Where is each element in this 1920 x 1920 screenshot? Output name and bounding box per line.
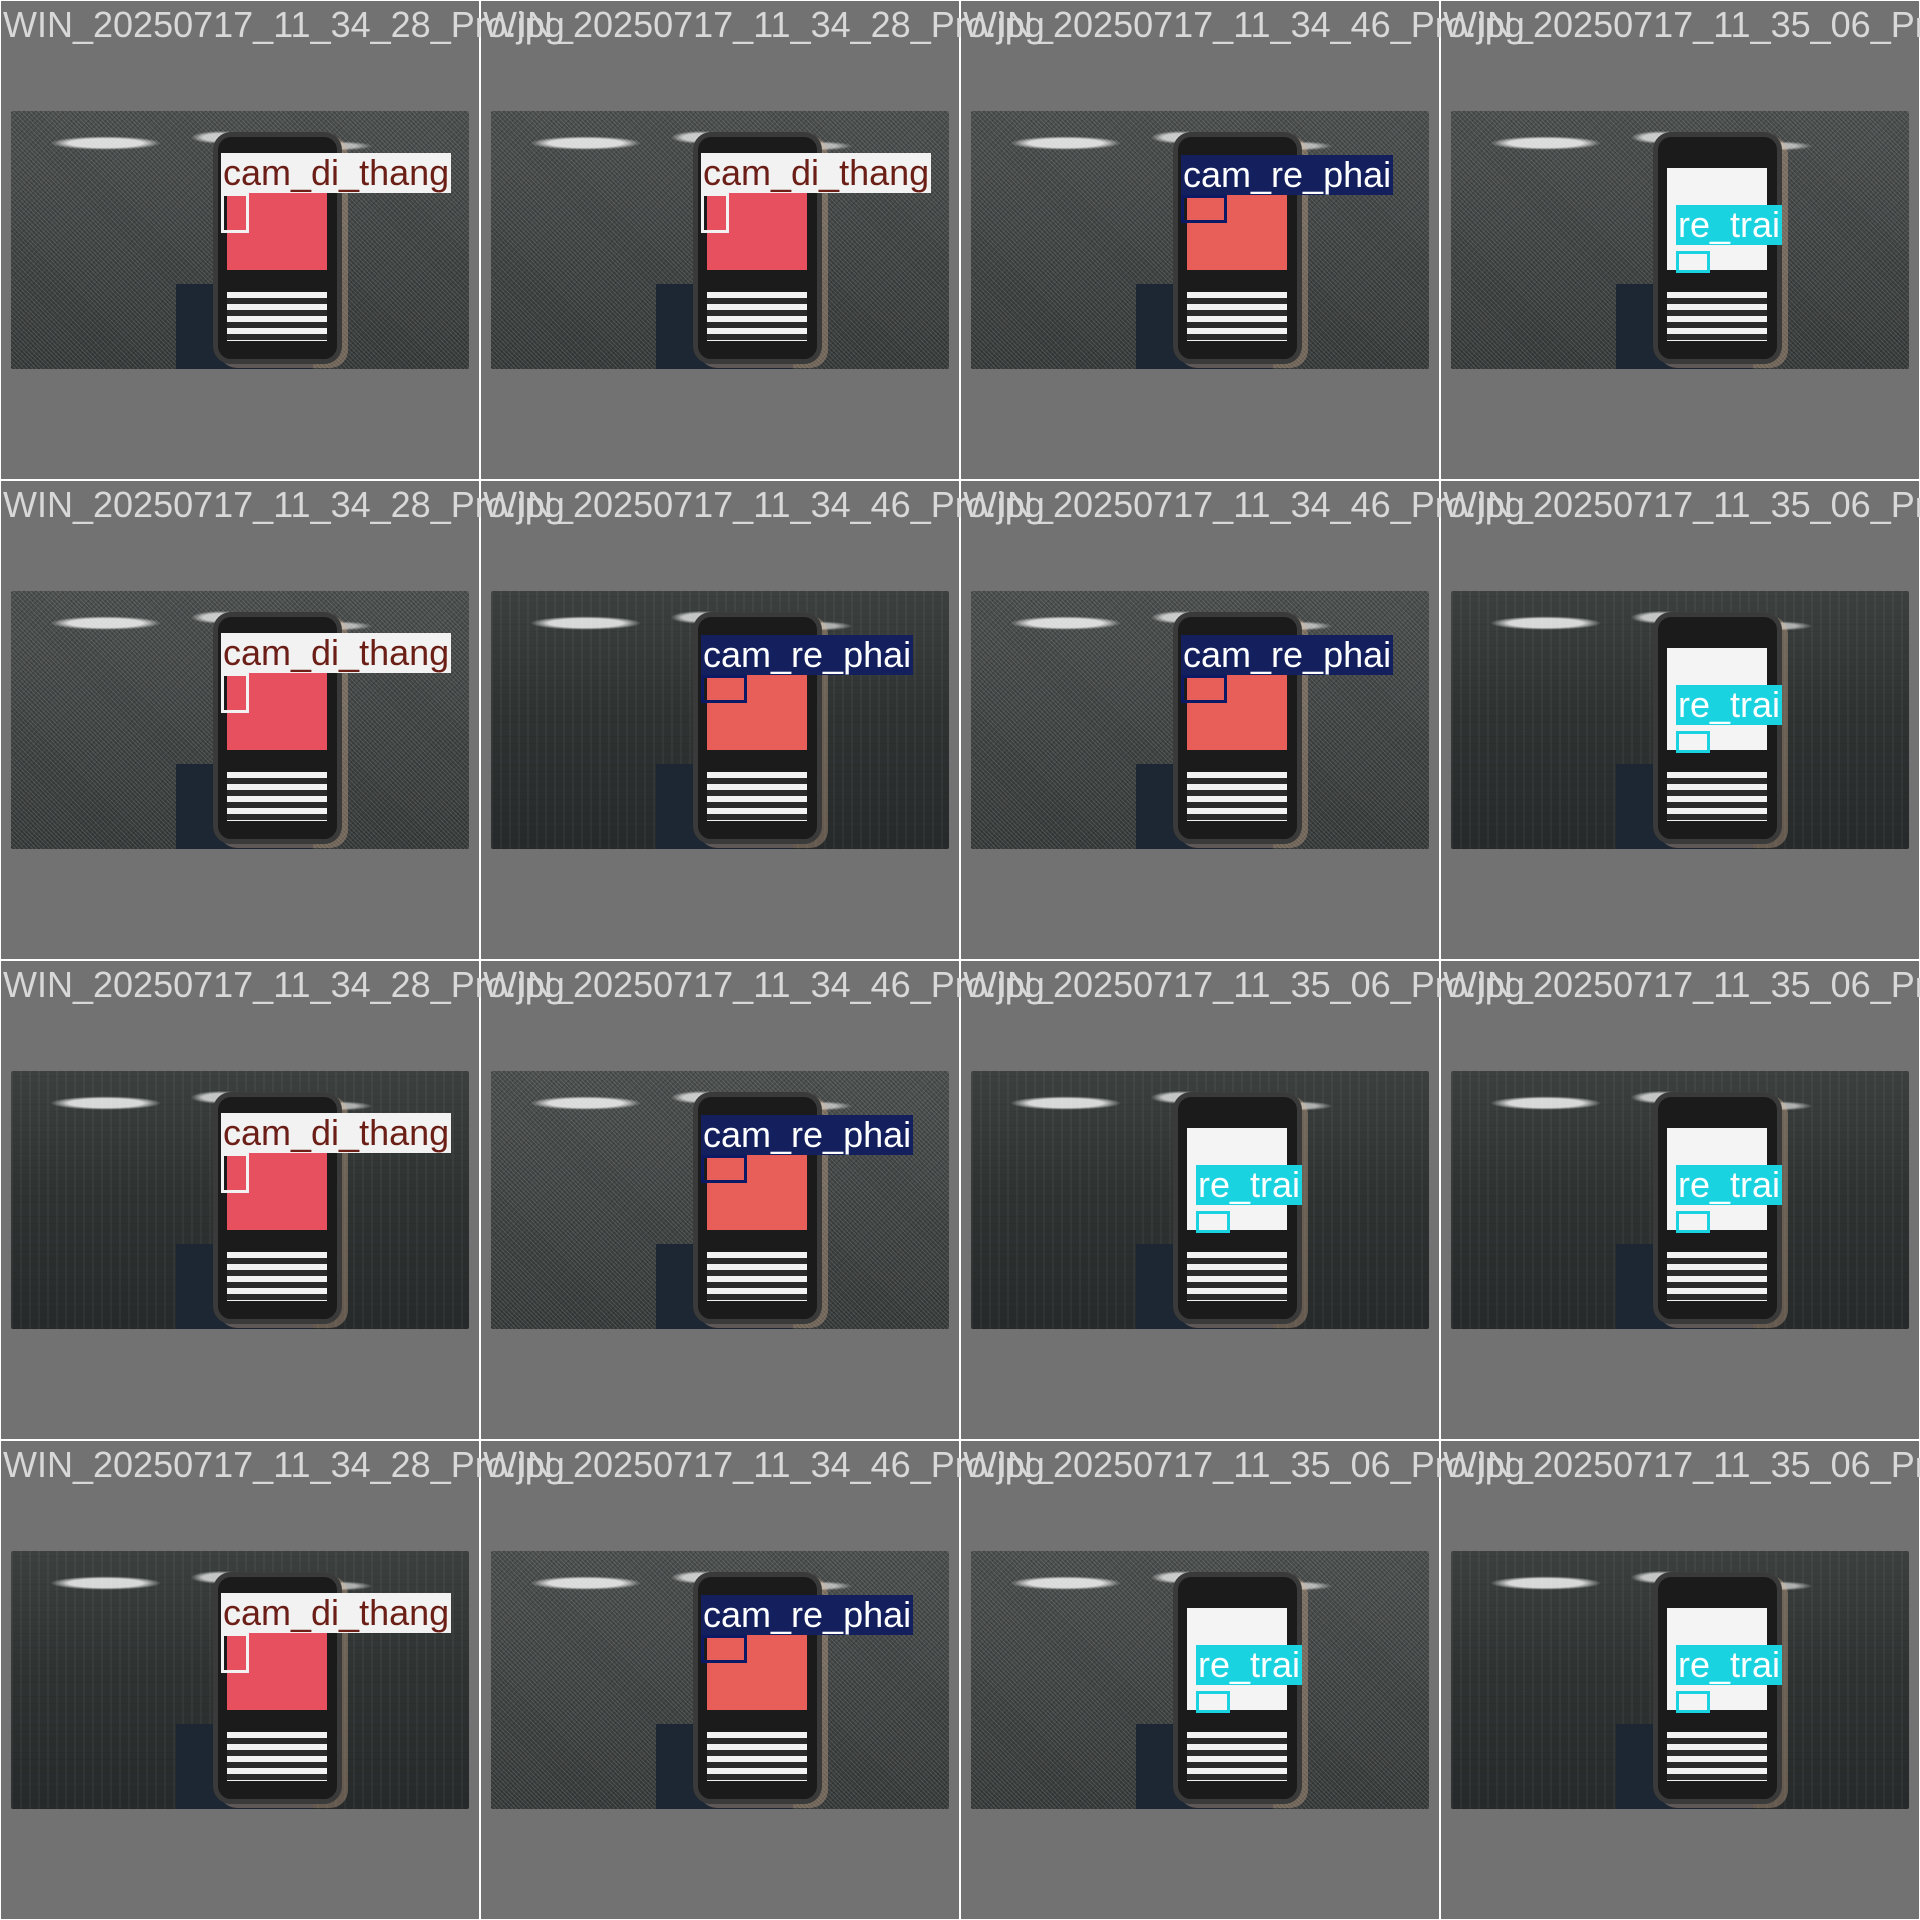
detection-bounding-box xyxy=(1181,195,1227,223)
detection-bounding-box xyxy=(1676,251,1710,273)
detection-class-label: re_trai xyxy=(1676,1644,1783,1685)
detection-class-label: cam_di_thang xyxy=(701,152,932,193)
mosaic-tile: WIN_20250717_11_34_46_Pro.jpg cam_re_phai xyxy=(481,481,1045,959)
mosaic-tile: WIN_20250717_11_35_06_Pro.jpg re_trai xyxy=(1441,481,1920,959)
camera-photo xyxy=(11,1551,469,1809)
camera-photo xyxy=(491,591,949,849)
detection-class-label: cam_di_thang xyxy=(221,152,452,193)
detection-class-label: cam_re_phai xyxy=(701,1114,914,1155)
detection-class-label: cam_re_phai xyxy=(1181,634,1394,675)
detection-class-label: cam_di_thang xyxy=(221,1112,452,1153)
detection-class-label: re_trai xyxy=(1196,1164,1303,1205)
detection-class-label: re_trai xyxy=(1676,684,1783,725)
detection-bounding-box xyxy=(701,193,729,233)
tile-filename: WIN_20250717_11_35_06_Pro.jpg xyxy=(1443,4,1920,45)
detection-bounding-box xyxy=(1676,1211,1710,1233)
phone-in-hand xyxy=(1652,611,1782,844)
detection-bounding-box xyxy=(701,1635,747,1663)
detection-bounding-box xyxy=(221,1633,249,1673)
camera-photo xyxy=(11,591,469,849)
mosaic-tile: WIN_20250717_11_34_28_Pro.jpg cam_di_than… xyxy=(1,1,565,479)
detection-bounding-box xyxy=(1676,731,1710,753)
detection-class-label: re_trai xyxy=(1676,1164,1783,1205)
image-mosaic-grid: WIN_20250717_11_34_28_Pro.jpg cam_di_than… xyxy=(0,0,1920,1920)
mosaic-tile: WIN_20250717_11_35_06_Pro.jpgre_trai xyxy=(961,961,1525,1439)
camera-photo xyxy=(971,591,1429,849)
detection-bounding-box xyxy=(701,675,747,703)
phone-in-hand xyxy=(1652,131,1782,364)
camera-photo xyxy=(491,111,949,369)
camera-photo xyxy=(491,1071,949,1329)
tile-filename: WIN_20250717_11_35_06_Pro.jpg xyxy=(1443,1444,1920,1485)
tile-filename: WIN_20250717_11_35_06_Pro.jpg xyxy=(1443,484,1920,525)
mosaic-tile: WIN_20250717_11_35_06_Pro.jpgre_trai xyxy=(961,1441,1525,1919)
detection-class-label: cam_re_phai xyxy=(701,634,914,675)
mosaic-tile: WIN_20250717_11_34_46_Pro.jpg cam_re_phai xyxy=(481,1441,1045,1919)
mosaic-tile: WIN_20250717_11_34_28_Pro.jpg cam_di_than… xyxy=(1,961,565,1439)
detection-class-label: cam_di_thang xyxy=(221,1592,452,1633)
camera-photo xyxy=(971,111,1429,369)
mosaic-tile: WIN_20250717_11_34_46_Pro.jpg cam_re_phai xyxy=(961,481,1525,959)
mosaic-tile: WIN_20250717_11_35_06_Pro.jpg re_trai xyxy=(1441,961,1920,1439)
phone-in-hand xyxy=(1652,1571,1782,1804)
detection-bounding-box xyxy=(221,1153,249,1193)
camera-photo xyxy=(11,111,469,369)
mosaic-tile: WIN_20250717_11_34_28_Pro.jpg cam_di_than… xyxy=(1,481,565,959)
detection-bounding-box xyxy=(1196,1691,1230,1713)
detection-class-label: re_trai xyxy=(1676,204,1783,245)
mosaic-tile: WIN_20250717_11_34_46_Pro.jpg cam_re_phai xyxy=(961,1,1525,479)
detection-bounding-box xyxy=(221,193,249,233)
detection-bounding-box xyxy=(1196,1211,1230,1233)
detection-bounding-box xyxy=(1676,1691,1710,1713)
detection-class-label: re_trai xyxy=(1196,1644,1303,1685)
mosaic-tile: WIN_20250717_11_34_46_Pro.jpg cam_re_phai xyxy=(481,961,1045,1439)
phone-in-hand xyxy=(1172,1571,1302,1804)
camera-photo xyxy=(491,1551,949,1809)
mosaic-tile: WIN_20250717_11_35_06_Pro.jpg re_trai xyxy=(1441,1441,1920,1919)
mosaic-tile: WIN_20250717_11_35_06_Pro.jpg re_trai xyxy=(1441,1,1920,479)
phone-in-hand xyxy=(1172,1091,1302,1324)
detection-class-label: cam_di_thang xyxy=(221,632,452,673)
detection-class-label: cam_re_phai xyxy=(701,1594,914,1635)
phone-in-hand xyxy=(1652,1091,1782,1324)
mosaic-tile: WIN_20250717_11_34_28_Pro.jpg cam_di_than… xyxy=(481,1,1045,479)
detection-bounding-box xyxy=(701,1155,747,1183)
camera-photo xyxy=(11,1071,469,1329)
tile-filename: WIN_20250717_11_35_06_Pro.jpg xyxy=(1443,964,1920,1005)
mosaic-tile: WIN_20250717_11_34_28_Pro.jpg cam_di_than… xyxy=(1,1441,565,1919)
detection-class-label: cam_re_phai xyxy=(1181,154,1394,195)
detection-bounding-box xyxy=(1181,675,1227,703)
detection-bounding-box xyxy=(221,673,249,713)
